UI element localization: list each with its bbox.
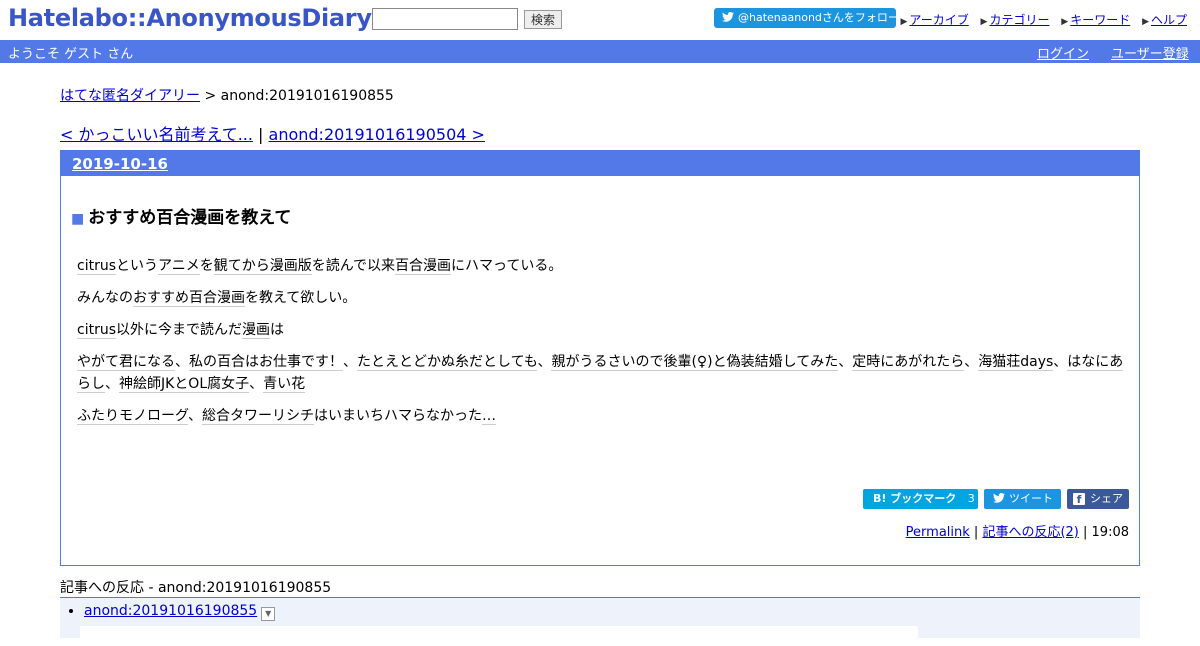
keyword-link[interactable]: 青い花	[263, 376, 306, 393]
entry-section: 2019-10-16 ■ おすすめ百合漫画を教えて citrusというアニメを観て…	[60, 150, 1140, 566]
keyword-link[interactable]: 神絵師JKとOL腐女子	[119, 376, 250, 393]
breadcrumb-separator: >	[200, 88, 221, 104]
keyword-link[interactable]: アニメ	[158, 258, 200, 275]
paragraph: やがて君になる、私の百合はお仕事です！、たとえとどかぬ糸だとしても、親がうるさい…	[77, 351, 1127, 395]
entry-meta: Permalink | 記事への反応(2) | 19:08	[906, 521, 1129, 540]
welcome-text: ようこそ ゲスト さん	[8, 47, 134, 62]
reaction-preview	[80, 626, 918, 646]
tweet-label: ツイート	[1009, 492, 1053, 505]
body-text: にハマっている。	[451, 258, 563, 274]
body-text: という	[116, 258, 158, 274]
keyword-link[interactable]: たとえとどかぬ糸だとしても	[357, 354, 538, 371]
keyword-link[interactable]: citrus	[77, 258, 116, 275]
body-text: 、	[188, 408, 203, 424]
body-text: を教えて欲しい。	[245, 290, 357, 306]
user-bar: ようこそ ゲスト さん ログイン ユーザー登録	[0, 40, 1200, 63]
reactions-list: anond:20191016190855 ▼	[60, 597, 1140, 646]
body-text: 、	[1053, 354, 1068, 370]
body-text: はいまいちハマらなかった	[314, 408, 483, 424]
keyword-link[interactable]: 親がうるさいので後輩(♀)と偽装結婚してみた	[551, 354, 839, 371]
entry-title: ■ おすすめ百合漫画を教えて	[71, 203, 291, 228]
list-item: anond:20191016190855 ▼	[84, 603, 1140, 621]
twitter-icon	[722, 12, 734, 22]
entry-time: 19:08	[1091, 525, 1129, 540]
keyword-link[interactable]: やがて君になる	[77, 354, 175, 371]
keyword-link[interactable]: 百合漫画	[395, 258, 452, 275]
link-category[interactable]: カテゴリー	[989, 13, 1049, 27]
body-text: を	[199, 258, 214, 274]
paragraph: citrus以外に今まで読んだ漫画は	[77, 319, 1127, 341]
paragraph: みんなのおすすめ百合漫画を教えて欲しい。	[77, 287, 1127, 309]
register-link[interactable]: ユーザー登録	[1111, 43, 1189, 62]
body-text: 、	[175, 354, 189, 370]
keyword-link[interactable]: …	[482, 408, 497, 425]
arrow-icon: ▶	[980, 17, 988, 27]
reactions-link[interactable]: 記事への反応(2)	[982, 525, 1078, 540]
body-text: 、	[105, 376, 119, 392]
permalink-link[interactable]: Permalink	[906, 525, 970, 540]
hatena-bookmark-label: B! ブックマーク	[873, 492, 957, 505]
body-text: 、	[964, 354, 979, 370]
keyword-link[interactable]: 総合タワーリシチ	[202, 408, 315, 425]
entry-navigation: < かっこいい名前考えて... | anond:20191016190504 >	[60, 121, 485, 145]
hatena-bookmark-button[interactable]: B! ブックマーク 3	[863, 489, 978, 509]
search-button[interactable]: 検索	[524, 10, 563, 29]
entry-body: citrusというアニメを観てから漫画版を読んで以来百合漫画にハマっている。 み…	[77, 255, 1127, 437]
arrow-icon: ▶	[900, 17, 908, 27]
header-links: ▶ アーカイブ ▶ カテゴリー ▶ キーワード ▶ ヘルプ	[893, 11, 1188, 28]
follow-label: @hatenaanondさんをフォロー	[738, 11, 899, 24]
keyword-link[interactable]: 観てから	[213, 258, 270, 275]
reactions-header: 記事への反応 - anond:20191016190855	[60, 580, 332, 596]
entry-date-bar: 2019-10-16	[61, 151, 1139, 176]
keyword-link[interactable]: 海猫荘days	[978, 354, 1054, 371]
reaction-link[interactable]: anond:20191016190855	[84, 603, 257, 619]
keyword-link[interactable]: ふたりモノローグ	[77, 408, 189, 425]
body-text: 、	[249, 376, 264, 392]
breadcrumb-home[interactable]: はてな匿名ダイアリー	[60, 88, 200, 104]
search-input[interactable]	[372, 8, 518, 30]
entry-date-link[interactable]: 2019-10-16	[72, 155, 168, 173]
arrow-icon: ▶	[1142, 17, 1149, 27]
body-text: 、	[537, 354, 552, 370]
body-text: みんなの	[77, 290, 133, 306]
link-archive[interactable]: アーカイブ	[909, 13, 968, 27]
login-link[interactable]: ログイン	[1037, 43, 1089, 62]
facebook-share-label: シェア	[1090, 492, 1123, 505]
tweet-button[interactable]: ツイート	[984, 489, 1061, 509]
keyword-link[interactable]: 私の百合はお仕事です！	[189, 354, 343, 371]
meta-separator: |	[969, 525, 983, 540]
keyword-link[interactable]: citrus	[77, 322, 116, 339]
keyword-link[interactable]: 漫画版	[269, 258, 312, 275]
facebook-share-button[interactable]: f シェア	[1067, 489, 1129, 509]
prev-entry-link[interactable]: < かっこいい名前考えて...	[60, 125, 253, 144]
body-text: 以外に今まで読んだ	[116, 322, 242, 338]
paragraph: citrusというアニメを観てから漫画版を読んで以来百合漫画にハマっている。	[77, 255, 1127, 277]
link-help[interactable]: ヘルプ	[1151, 13, 1187, 27]
arrow-icon: ▶	[1061, 17, 1069, 27]
keyword-link[interactable]: おすすめ	[133, 290, 189, 307]
entry-permalink-square[interactable]: ■	[71, 211, 84, 227]
next-entry-link[interactable]: anond:20191016190504 >	[269, 125, 485, 144]
paragraph: ふたりモノローグ、総合タワーリシチはいまいちハマらなかった…	[77, 405, 1127, 427]
hatena-bookmark-count: 3	[967, 492, 975, 505]
body-text: 、	[343, 354, 357, 370]
breadcrumb: はてな匿名ダイアリー > anond:20191016190855	[60, 85, 394, 105]
keyword-link[interactable]: 漫画	[242, 322, 270, 339]
twitter-follow-button[interactable]: @hatenaanondさんをフォロー	[714, 8, 899, 28]
body-text: は	[270, 322, 284, 338]
link-keyword[interactable]: キーワード	[1070, 13, 1130, 27]
nav-separator: |	[252, 125, 269, 144]
meta-separator: |	[1078, 525, 1092, 540]
dropdown-icon[interactable]: ▼	[261, 607, 276, 621]
keyword-link[interactable]: 百合漫画	[189, 290, 245, 307]
site-logo[interactable]: Hatelabo::AnonymousDiary	[8, 4, 372, 32]
body-text: 、	[838, 354, 853, 370]
entry-title-text: おすすめ百合漫画を教えて	[88, 208, 292, 228]
breadcrumb-current: anond:20191016190855	[220, 88, 394, 104]
twitter-icon	[993, 493, 1005, 503]
top-bar: Hatelabo::AnonymousDiary 検索 @hatenaanond…	[0, 0, 1200, 40]
body-text: を読んで以来	[311, 258, 396, 274]
facebook-icon: f	[1073, 493, 1085, 506]
keyword-link[interactable]: 定時にあがれたら	[852, 354, 965, 371]
